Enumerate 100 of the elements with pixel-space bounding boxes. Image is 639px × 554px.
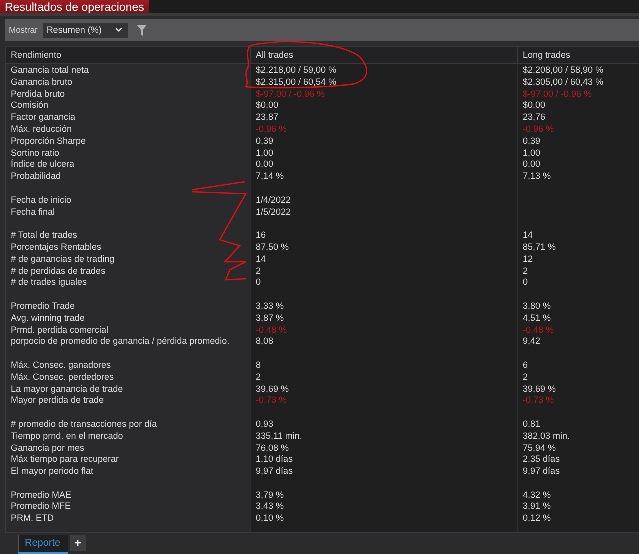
row-label: # promedio de transacciones por día <box>10 418 158 431</box>
value-cell: -0,73 % <box>250 395 517 408</box>
value-cell: 12 <box>517 254 639 266</box>
value-cell: 7,14 % <box>250 171 517 183</box>
row-label: PRM. ETD <box>10 513 56 526</box>
value-cell: 9,42 <box>517 336 639 348</box>
row-label: Promedio MFE <box>10 501 72 514</box>
value-cell: -0,73 % <box>517 395 639 408</box>
value-cell: -0,96 % <box>250 124 517 136</box>
value-cell: 1,00 <box>250 148 517 160</box>
value-cell: 8,08 <box>250 336 517 348</box>
value-cell: $2.208,00 / 58,90 % <box>517 65 639 77</box>
row-label: Probabilidad <box>10 171 62 183</box>
value-cell: 0,93 <box>250 418 517 431</box>
value-cell: 23,87 <box>250 112 517 124</box>
value-cell: 7,13 % <box>517 171 639 183</box>
value-cell: -0,96 % <box>517 124 639 136</box>
value-cell: 1,10 días <box>250 454 517 466</box>
row-label: Avg. winning trade <box>10 312 86 325</box>
value-cell: 0,10 % <box>250 513 517 526</box>
value-cell: 2 <box>517 266 639 278</box>
value-cell: 0,81 <box>517 418 639 431</box>
value-cell: 3,80 % <box>517 300 639 313</box>
value-cell: $-97,00 / -0,96 % <box>250 88 517 100</box>
value-cell: 3,33 % <box>250 300 517 313</box>
value-cell: 2 <box>517 372 639 384</box>
row-label: Factor ganancia <box>10 112 77 124</box>
row-label: Sortino ratio <box>10 148 61 159</box>
column-header: Rendimiento <box>10 49 63 62</box>
row-label: Mayor perdida de trade <box>10 395 106 408</box>
row-label: Fecha final <box>10 206 56 218</box>
column-header: Long trades <box>517 47 639 64</box>
value-cell: 0,00 <box>517 159 639 172</box>
row-label: Máx. Consec. ganadores <box>10 360 112 372</box>
value-cell: 85,71 % <box>517 242 639 254</box>
row-label: La mayor ganancia de trade <box>10 384 124 396</box>
row-label: # de ganancias de trading <box>10 254 116 266</box>
column-header: All trades <box>250 47 517 64</box>
report-tab[interactable]: Reporte <box>18 535 68 554</box>
value-cell: $2.218,00 / 59,00 % <box>250 65 517 77</box>
row-label: Máx. Consec. perdedores <box>10 372 116 384</box>
value-cell: 23,76 <box>517 112 639 124</box>
view-select[interactable]: Resumen (%) <box>42 22 128 38</box>
filter-icon[interactable] <box>136 24 147 36</box>
value-cell: $2.315,00 / 60,54 % <box>250 76 517 89</box>
row-label: Promedio MAE <box>10 490 73 502</box>
value-cell: 3,79 % <box>250 490 517 502</box>
value-cell: 39,69 % <box>517 384 639 396</box>
row-label: Ganancia total neta <box>10 65 90 77</box>
row-label: Porcentajes Rentables <box>10 242 103 254</box>
row-label: # de perdidas de trades <box>10 266 107 278</box>
value-cell: 0,39 <box>250 136 517 148</box>
value-cell: 4,51 % <box>517 312 639 325</box>
value-cell: $0,00 <box>250 100 517 112</box>
value-cell: 1,00 <box>517 148 639 160</box>
value-cell: 335,11 min. <box>250 430 517 442</box>
value-cell: 9,97 días <box>250 466 517 478</box>
row-label: # de trades iguales <box>10 277 88 290</box>
row-label: Índice de ulcera <box>10 159 76 172</box>
row-label: Fecha de inicio <box>10 194 73 207</box>
value-cell: 6 <box>517 360 639 372</box>
row-label: Máx tiempo para recuperar <box>10 454 120 466</box>
value-cell: 0 <box>250 277 517 290</box>
row-label: Tiempo prnd. en el mercado <box>10 430 124 442</box>
row-label: Ganancia por mes <box>10 442 86 454</box>
value-cell: 2 <box>250 372 517 384</box>
value-cell: 3,87 % <box>250 312 517 325</box>
value-cell: 0,39 <box>517 136 639 148</box>
row-label: Promedio Trade <box>10 300 76 313</box>
value-cell: 75,94 % <box>517 442 639 454</box>
value-cell: 4,32 % <box>517 490 639 502</box>
show-label: Mostrar <box>9 25 38 35</box>
value-cell: 1/4/2022 <box>250 194 517 207</box>
value-cell: 14 <box>517 230 639 242</box>
value-cell: -0,48 % <box>517 324 639 336</box>
row-label: Perdida bruto <box>10 88 66 100</box>
value-cell: 39,69 % <box>250 384 517 396</box>
value-cell: 1/5/2022 <box>250 206 517 218</box>
value-cell: $0,00 <box>517 100 639 112</box>
value-cell: 0,12 % <box>517 513 639 526</box>
row-label: Máx. reducción <box>10 124 74 136</box>
value-cell: 9,97 días <box>517 466 639 478</box>
value-cell: 3,91 % <box>517 501 639 514</box>
row-label: Ganancia bruto <box>10 76 74 89</box>
value-cell: 0 <box>517 277 639 290</box>
value-cell: 0,00 <box>250 159 517 172</box>
value-cell: 76,08 % <box>250 442 517 454</box>
value-cell: 3,43 % <box>250 501 517 514</box>
value-cell: 87,50 % <box>250 242 517 254</box>
panel-title: Resultados de operaciones <box>0 0 150 13</box>
add-tab-button[interactable]: + <box>70 535 86 551</box>
row-label: # Total de trades <box>10 230 78 242</box>
value-cell: $-97,00 / -0,96 % <box>517 88 639 100</box>
row-label: porpocio de promedio de ganancia / pérdida promedio. <box>10 336 231 348</box>
value-cell: 14 <box>250 254 517 266</box>
row-label: Prmd. perdida comercial <box>10 324 110 336</box>
chevron-icon <box>114 25 124 35</box>
row-label: Proporción Sharpe <box>10 136 88 148</box>
row-label: Comisión <box>10 100 50 112</box>
value-cell: 8 <box>250 360 517 372</box>
